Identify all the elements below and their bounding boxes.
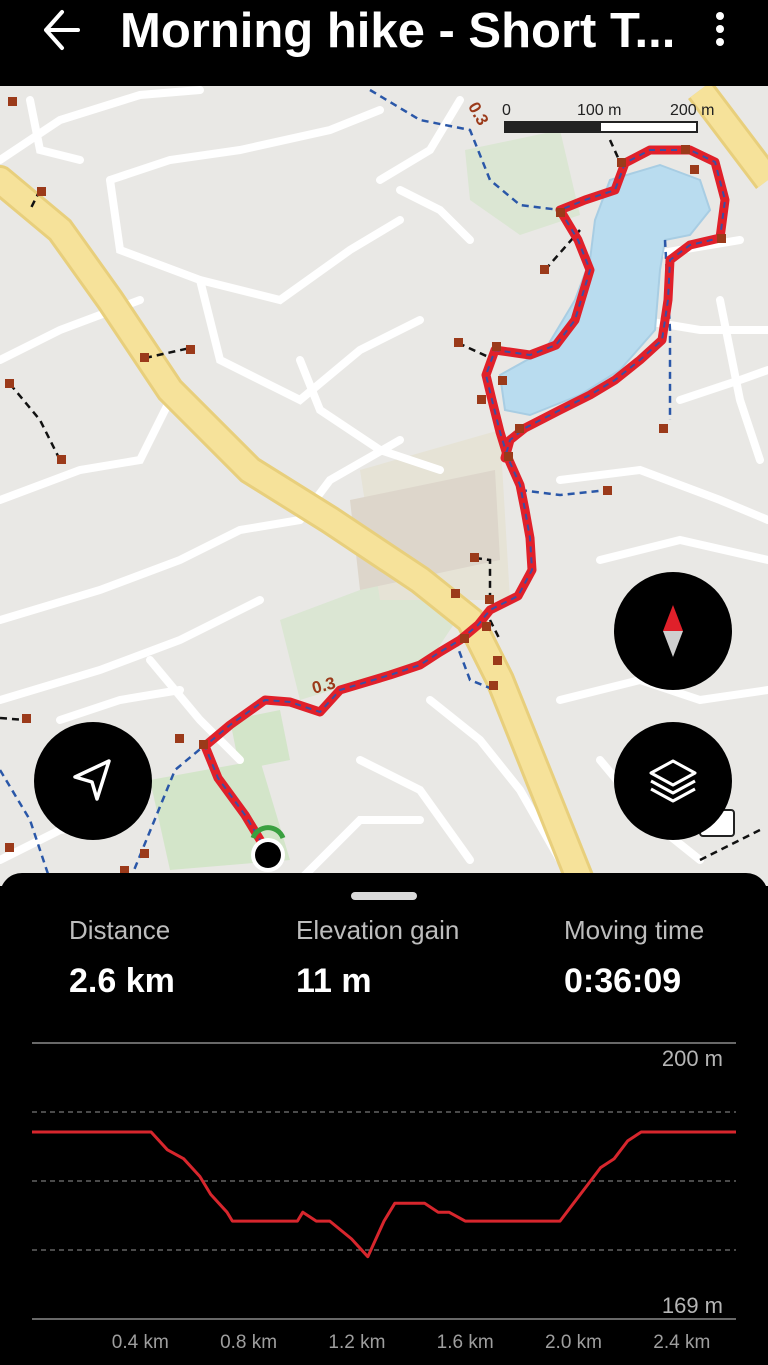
app-header: Morning hike - Short T...	[0, 0, 768, 86]
moving-time-value: 0:36:09	[564, 962, 682, 1000]
distance-value: 2.6 km	[69, 962, 175, 1000]
elevation-series-line	[32, 1130, 736, 1259]
x-axis-tick-label: 0.4 km	[112, 1332, 169, 1353]
layers-icon	[649, 759, 697, 803]
moving-time-stat: Moving time 0:36:09	[564, 913, 704, 1001]
x-axis-tick-label: 1.2 km	[328, 1332, 385, 1353]
more-vertical-icon	[716, 12, 724, 46]
scale-label-zero: 0	[502, 102, 511, 119]
scale-label-max: 200 m	[670, 102, 715, 119]
elevation-profile-chart[interactable]: 200 m 169 m 0.4 km 0.8 km 1.2 km 1.6 km 2.0 …	[0, 1023, 768, 1365]
route-map[interactable]: 0 100 m 200 m 0.3 0.3	[0, 86, 768, 886]
back-button[interactable]	[34, 8, 86, 52]
compass-icon	[663, 605, 683, 657]
y-axis-max-label: 200 m	[662, 1046, 723, 1071]
arrow-left-icon	[44, 10, 80, 50]
locate-button[interactable]	[34, 722, 152, 840]
route-details-sheet: Distance 2.6 km Elevation gain 11 m Movi…	[0, 873, 768, 1365]
elevation-gain-value: 11 m	[296, 962, 372, 1000]
page-title: Morning hike - Short T...	[120, 4, 676, 58]
more-options-button[interactable]	[704, 8, 736, 50]
x-axis-tick-label: 0.8 km	[220, 1332, 277, 1353]
scale-label-mid: 100 m	[577, 102, 622, 119]
y-axis-min-label: 169 m	[662, 1293, 723, 1318]
map-layers-button[interactable]	[614, 722, 732, 840]
moving-time-label: Moving time	[564, 915, 705, 945]
sheet-drag-handle[interactable]	[351, 892, 417, 900]
elevation-gain-stat: Elevation gain 11 m	[296, 913, 459, 1001]
x-axis-tick-label: 2.0 km	[545, 1332, 602, 1353]
navigation-arrow-icon	[73, 759, 111, 801]
distance-label: Distance	[69, 915, 171, 945]
x-axis-tick-label: 1.6 km	[437, 1332, 494, 1353]
compass-button[interactable]	[614, 572, 732, 690]
elevation-gain-label: Elevation gain	[296, 915, 460, 945]
distance-stat: Distance 2.6 km	[69, 913, 175, 1001]
x-axis-tick-label: 2.4 km	[653, 1332, 710, 1353]
